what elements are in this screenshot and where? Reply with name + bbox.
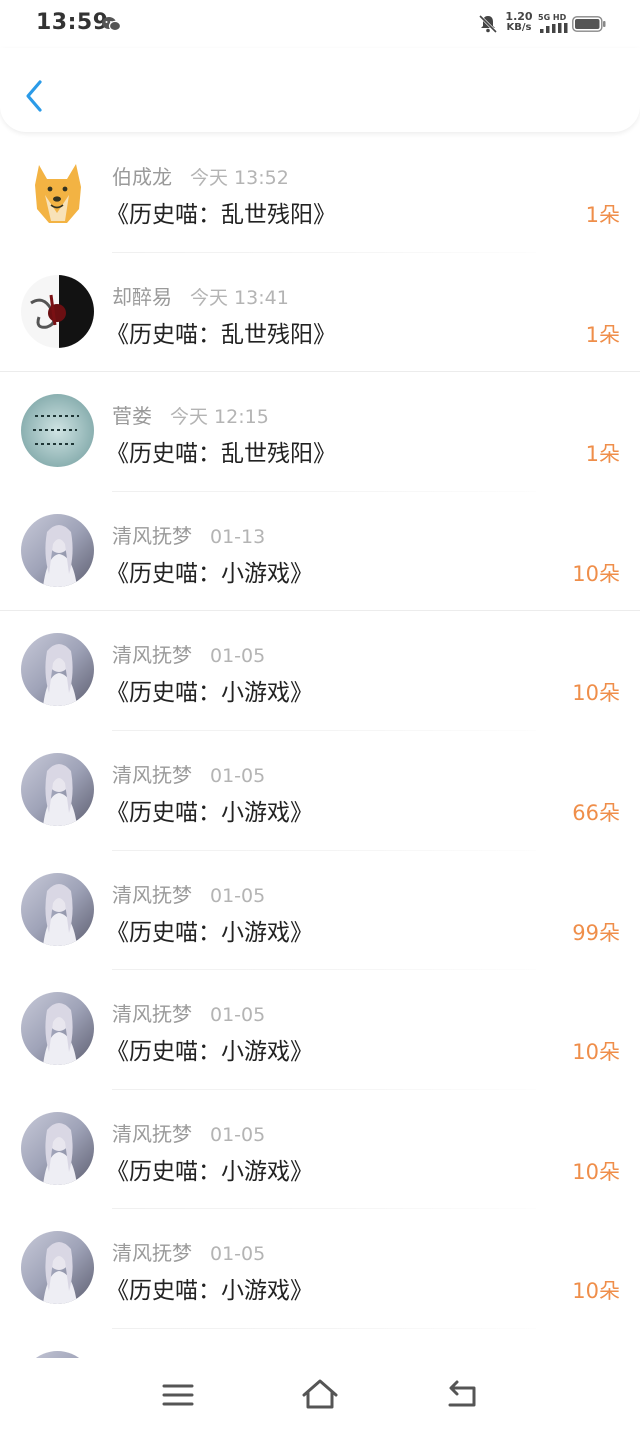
avatar (21, 1350, 94, 1358)
avatar (21, 992, 94, 1066)
work-title: 《历史喵：小游戏》 (106, 799, 313, 826)
gift-amount: 66朵 (572, 800, 620, 825)
work-title: 《历史喵：乱世残阳》 (106, 441, 336, 468)
avatar (21, 1231, 94, 1305)
gift-amount: 10朵 (572, 1159, 620, 1184)
gift-amount: 10朵 (572, 681, 620, 706)
work-title: 《历史喵：小游戏》 (106, 1039, 313, 1066)
chevron-left-icon (26, 80, 42, 112)
list-item[interactable] (0, 1329, 640, 1358)
list-item[interactable]: 清风抚梦 01-05 《历史喵：小游戏》 10朵 (0, 970, 640, 1090)
list-item[interactable]: 却醉易 今天 13:41 《历史喵：乱世残阳》 1朵 (0, 253, 640, 373)
gift-amount: 99朵 (572, 920, 620, 945)
work-title: 《历史喵：乱世残阳》 (106, 202, 336, 228)
home-icon[interactable] (300, 1377, 340, 1411)
avatar (21, 155, 94, 228)
work-title: 《历史喵：小游戏》 (106, 919, 313, 946)
send-date: 今天 12:15 (170, 406, 269, 429)
send-date: 今天 13:41 (190, 286, 289, 309)
sender-name: 清风抚梦 01-05 (112, 1002, 266, 1027)
avatar (21, 752, 94, 826)
work-title: 《历史喵：小游戏》 (106, 680, 313, 707)
list-item[interactable]: 菅娄 今天 12:15 《历史喵：乱世残阳》 1朵 (0, 372, 640, 492)
gift-amount: 1朵 (585, 442, 620, 467)
signal-icon: 5G HD (538, 13, 568, 33)
gift-amount: 1朵 (585, 203, 620, 227)
gift-amount: 10朵 (572, 1279, 620, 1304)
net-speed-unit: KB/s (506, 22, 532, 33)
send-date: 01-05 (210, 764, 266, 787)
avatar (21, 1111, 94, 1185)
sender-name: 伯成龙 今天 13:52 (112, 165, 289, 189)
net-speed: 1.20 KB/s (504, 11, 534, 33)
work-title: 《历史喵：小游戏》 (106, 1278, 313, 1305)
list-item[interactable]: 清风抚梦 01-05 《历史喵：小游戏》 99朵 (0, 851, 640, 971)
avatar (21, 274, 94, 348)
list-item[interactable]: 清风抚梦 01-05 《历史喵：小游戏》 66朵 (0, 731, 640, 851)
sender-name: 清风抚梦 01-05 (112, 1241, 266, 1266)
work-title: 《历史喵：小游戏》 (106, 1158, 313, 1185)
avatar (21, 633, 94, 707)
sender-name: 清风抚梦 01-13 (112, 523, 266, 548)
menu-icon[interactable] (160, 1380, 196, 1410)
avatar (21, 513, 94, 587)
status-bar: 13:59 1.20 KB/s 5G HD (0, 0, 640, 48)
sender-name: 清风抚梦 01-05 (112, 1121, 266, 1146)
gift-amount: 1朵 (585, 322, 620, 347)
sender-name: 清风抚梦 01-05 (112, 762, 266, 787)
mute-bell-icon (478, 14, 498, 34)
list-item[interactable]: 清风抚梦 01-05 《历史喵：小游戏》 10朵 (0, 611, 640, 731)
back-button[interactable] (16, 74, 56, 118)
send-date: 01-05 (210, 884, 266, 907)
gift-list: 伯成龙 今天 13:52 《历史喵：乱世残阳》 1朵 却醉易 今天 13:41 《历… (0, 133, 640, 1358)
work-title: 《历史喵：乱世残阳》 (106, 321, 336, 348)
battery-icon (572, 16, 606, 32)
work-title: 《历史喵：小游戏》 (106, 560, 313, 587)
sender-name: 却醉易 今天 13:41 (112, 284, 289, 309)
system-nav-bar (0, 1358, 640, 1433)
sender-name: 清风抚梦 01-05 (112, 882, 266, 907)
list-item[interactable]: 清风抚梦 01-05 《历史喵：小游戏》 10朵 (0, 1090, 640, 1210)
gift-amount: 10朵 (572, 1040, 620, 1065)
status-time: 13:59 (36, 10, 109, 35)
list-item[interactable]: 清风抚梦 01-05 《历史喵：小游戏》 10朵 (0, 1209, 640, 1329)
send-date: 01-05 (210, 1004, 266, 1027)
send-date: 今天 13:52 (190, 167, 289, 189)
send-date: 01-05 (210, 645, 266, 668)
list-item[interactable]: 清风抚梦 01-13 《历史喵：小游戏》 10朵 (0, 492, 640, 612)
net-speed-value: 1.20 (505, 10, 533, 23)
network-type: 5G HD (538, 13, 567, 22)
send-date: 01-13 (210, 525, 266, 548)
wechat-icon (102, 17, 121, 32)
list-item[interactable]: 伯成龙 今天 13:52 《历史喵：乱世残阳》 1朵 (0, 133, 640, 253)
back-icon[interactable] (444, 1378, 480, 1410)
avatar (21, 872, 94, 946)
sender-name: 清风抚梦 01-05 (112, 643, 266, 668)
gift-amount: 10朵 (572, 561, 620, 586)
page-header (0, 48, 640, 132)
send-date: 01-05 (210, 1243, 266, 1266)
avatar (21, 394, 94, 468)
sender-name: 菅娄 今天 12:15 (112, 404, 269, 429)
send-date: 01-05 (210, 1123, 266, 1146)
